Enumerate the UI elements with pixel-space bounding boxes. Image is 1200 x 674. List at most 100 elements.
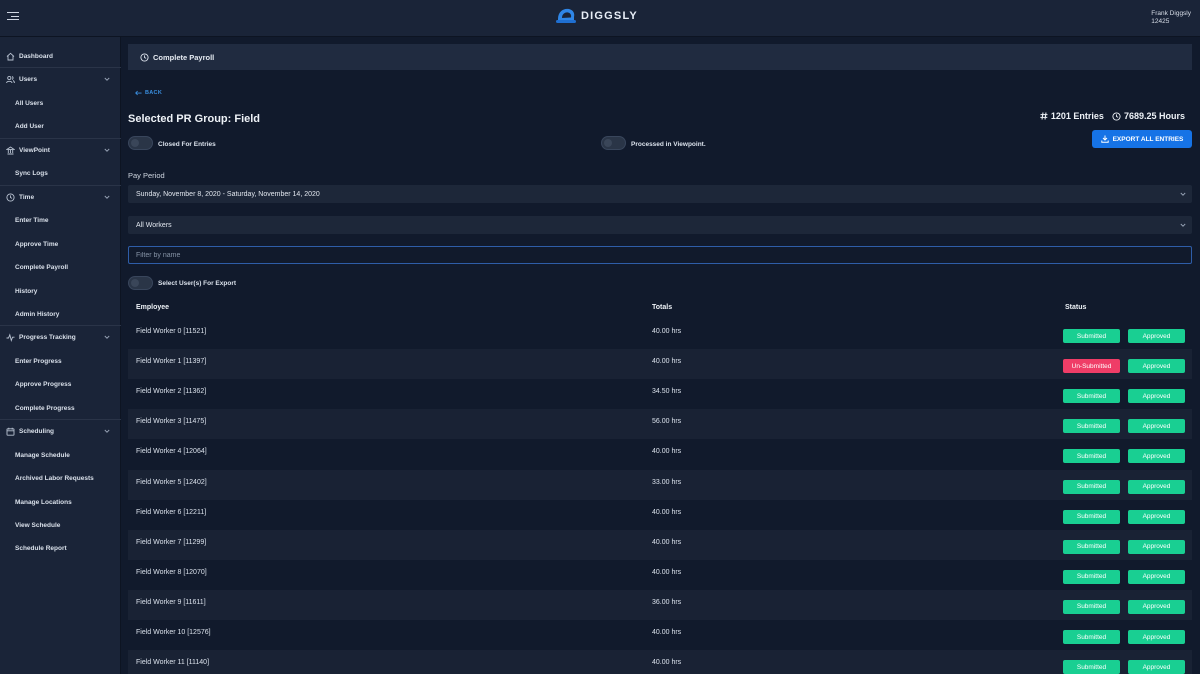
table-row[interactable]: Field Worker 0 [11521] 40.00 hrs Submitted… <box>128 319 1192 349</box>
closed-for-entries-toggle[interactable] <box>128 136 153 150</box>
chevron-down-icon[interactable] <box>104 76 110 82</box>
entries-stat: 1201 Entries <box>1040 111 1104 121</box>
sidebar-item-add-user[interactable]: Add User <box>0 115 121 138</box>
approval-badge[interactable]: Approved <box>1128 509 1185 524</box>
chevron-down-icon[interactable] <box>104 147 110 153</box>
approval-badge[interactable]: Approved <box>1128 449 1185 464</box>
sidebar-item-label: Archived Labor Requests <box>15 475 94 483</box>
status-badge[interactable]: Submitted <box>1063 569 1120 584</box>
sidebar-item-complete-payroll[interactable]: Complete Payroll <box>0 256 121 279</box>
sidebar-item-admin-history[interactable]: Admin History <box>0 303 121 326</box>
employee-total: 40.00 hrs <box>652 508 682 516</box>
select-users-for-export-label: Select User(s) For Export <box>158 280 237 287</box>
sidebar-item-scheduling[interactable]: Scheduling <box>0 420 121 443</box>
sidebar-item-approve-progress[interactable]: Approve Progress <box>0 373 121 396</box>
sidebar-item-dashboard[interactable]: Dashboard <box>0 45 121 68</box>
back-link[interactable]: BACK <box>135 90 162 96</box>
bank-icon <box>6 146 15 155</box>
status-badge[interactable]: Submitted <box>1063 660 1120 674</box>
sidebar-item-progress-tracking[interactable]: Progress Tracking <box>0 326 121 349</box>
table-row[interactable]: Field Worker 3 [11475] 56.00 hrs Submitted… <box>128 409 1192 440</box>
status-badge[interactable]: Submitted <box>1063 630 1120 644</box>
table-header: Employee Totals Status <box>128 301 1192 315</box>
sidebar-item-manage-schedule[interactable]: Manage Schedule <box>0 444 121 467</box>
sidebar-item-enter-progress[interactable]: Enter Progress <box>0 350 121 373</box>
approval-badge[interactable]: Approved <box>1128 630 1185 644</box>
user-info[interactable]: Frank Diggsly 12425 <box>1151 10 1191 26</box>
sidebar-item-label: Users <box>19 76 38 84</box>
sidebar-item-enter-time[interactable]: Enter Time <box>0 209 121 232</box>
approval-badge[interactable]: Approved <box>1128 479 1185 494</box>
filter-by-name-input[interactable] <box>128 246 1192 264</box>
chevron-down-icon[interactable] <box>104 428 110 434</box>
workers-select[interactable]: All Workers <box>128 216 1192 234</box>
sidebar-item-viewpoint[interactable]: ViewPoint <box>0 139 121 162</box>
status-badge[interactable]: Submitted <box>1063 539 1120 554</box>
approval-badge[interactable]: Approved <box>1128 419 1185 434</box>
sidebar-item-label: Complete Payroll <box>15 264 69 272</box>
sidebar-item-approve-time[interactable]: Approve Time <box>0 233 121 256</box>
status-badge[interactable]: Submitted <box>1063 449 1120 464</box>
calendar-icon <box>6 427 15 436</box>
status-badge[interactable]: Submitted <box>1063 599 1120 614</box>
sidebar-item-label: Add User <box>15 123 44 131</box>
sidebar-item-sync-logs[interactable]: Sync Logs <box>0 162 121 185</box>
processed-in-viewpoint-toggle[interactable] <box>601 136 626 150</box>
sidebar-item-users[interactable]: Users <box>0 68 121 91</box>
page-title: Complete Payroll <box>153 52 215 62</box>
approval-badge[interactable]: Approved <box>1128 359 1185 374</box>
approval-badge[interactable]: Approved <box>1128 660 1185 674</box>
sidebar-item-history[interactable]: History <box>0 280 121 303</box>
employee-name: Field Worker 11 [11140] <box>136 659 210 667</box>
table-row[interactable]: Field Worker 4 [12064] 40.00 hrs Submitted… <box>128 439 1192 469</box>
employee-total: 40.00 hrs <box>652 328 682 335</box>
sidebar: Dashboard Users All Users Add User ViewPoint… <box>0 37 121 674</box>
table-row[interactable]: Field Worker 11 [11140] 40.00 hrs Submitte… <box>128 650 1192 674</box>
chevron-down-icon[interactable] <box>104 194 110 200</box>
approval-badge[interactable]: Approved <box>1128 389 1185 404</box>
sidebar-item-manage-locations[interactable]: Manage Locations <box>0 491 121 514</box>
status-badge[interactable]: Submitted <box>1063 509 1120 524</box>
table-row[interactable]: Field Worker 6 [12211] 40.00 hrs Submitted… <box>128 500 1192 530</box>
table-row[interactable]: Field Worker 1 [11397] 40.00 hrs Un-Submit… <box>128 349 1192 380</box>
status-badge[interactable]: Submitted <box>1063 329 1120 343</box>
table-row[interactable]: Field Worker 8 [12070] 40.00 hrs Submitted… <box>128 560 1192 590</box>
approval-badge[interactable]: Approved <box>1128 599 1185 614</box>
status-badge[interactable]: Submitted <box>1063 389 1120 404</box>
brand-logo[interactable]: DIGGSLY <box>556 7 638 24</box>
sidebar-item-archived-labor-requests[interactable]: Archived Labor Requests <box>0 467 121 490</box>
sidebar-item-view-schedule[interactable]: View Schedule <box>0 514 121 537</box>
approval-badge[interactable]: Approved <box>1128 329 1185 343</box>
sidebar-item-label: Progress Tracking <box>19 334 76 342</box>
table-row[interactable]: Field Worker 2 [11362] 34.50 hrs Submitted… <box>128 379 1192 409</box>
table-row[interactable]: Field Worker 5 [12402] 33.00 hrs Submitted… <box>128 469 1192 500</box>
status-badge[interactable]: Un-Submitted <box>1063 359 1120 374</box>
status-badge[interactable]: Submitted <box>1063 479 1120 494</box>
employee-total: 34.50 hrs <box>652 388 682 396</box>
sidebar-item-time[interactable]: Time <box>0 186 121 209</box>
table-row[interactable]: Field Worker 7 [11299] 40.00 hrs Submitted… <box>128 529 1192 560</box>
group-title: Selected PR Group: Field <box>128 113 261 125</box>
approval-badge[interactable]: Approved <box>1128 569 1185 584</box>
home-icon <box>6 52 15 61</box>
approval-badge[interactable]: Approved <box>1128 539 1185 554</box>
status-badge[interactable]: Submitted <box>1063 419 1120 434</box>
pay-period-select[interactable]: Sunday, November 8, 2020 - Saturday, Nov… <box>128 185 1192 203</box>
employee-total: 40.00 hrs <box>652 659 682 667</box>
sidebar-item-complete-progress[interactable]: Complete Progress <box>0 397 121 420</box>
chevron-down-icon[interactable] <box>104 334 110 340</box>
brand-name: DIGGSLY <box>581 9 638 22</box>
table-row[interactable]: Field Worker 10 [12576] 40.00 hrs Submitte… <box>128 620 1192 650</box>
sidebar-item-all-users[interactable]: All Users <box>0 92 121 115</box>
select-users-for-export-toggle[interactable] <box>128 276 153 290</box>
entries-count: 1201 Entries <box>1050 111 1104 121</box>
export-all-entries-button[interactable]: EXPORT ALL ENTRIES <box>1092 130 1192 148</box>
hash-icon <box>1040 112 1048 120</box>
pay-period-label: Pay Period <box>128 171 165 180</box>
export-label: EXPORT ALL ENTRIES <box>1112 135 1184 143</box>
employee-total: 56.00 hrs <box>652 418 682 426</box>
table-row[interactable]: Field Worker 9 [11611] 36.00 hrs Submitted… <box>128 589 1192 620</box>
employee-name: Field Worker 8 [12070] <box>136 568 207 576</box>
hamburger-menu-icon[interactable] <box>7 10 19 22</box>
sidebar-item-schedule-report[interactable]: Schedule Report <box>0 537 121 560</box>
